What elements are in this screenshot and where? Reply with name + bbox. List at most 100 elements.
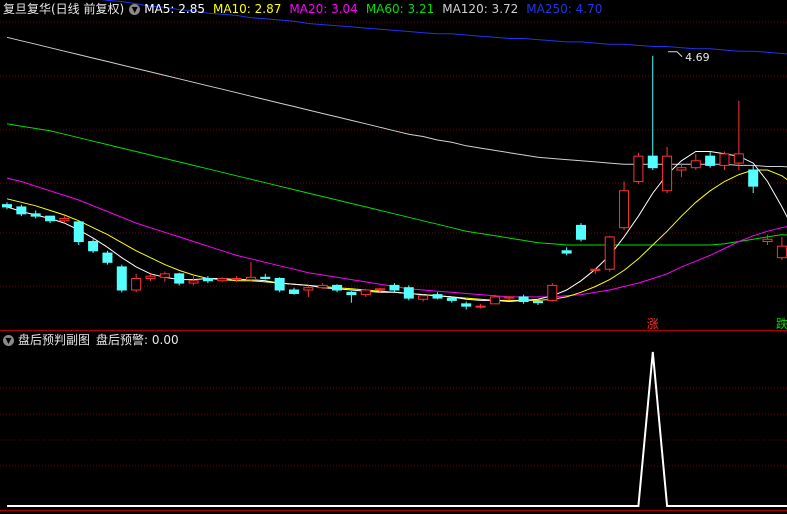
candle-up [633, 152, 644, 184]
candle-down [518, 294, 529, 304]
candle-body [145, 275, 156, 279]
candle-down [446, 296, 457, 303]
candle-down [88, 239, 99, 254]
candle-down [202, 276, 213, 284]
candle-down [403, 285, 414, 301]
main-chart-header: 复旦复华(日线 前复权) ▼ MA5: 2.85 MA10: 2.87 MA20: … [3, 0, 610, 18]
candle-down [16, 204, 27, 217]
candle-up [504, 295, 515, 301]
candle-body [231, 277, 242, 281]
candle-body [202, 277, 213, 282]
candle-body [762, 238, 773, 243]
candle-body [346, 291, 357, 296]
candle-body [360, 289, 371, 296]
candle-body [88, 241, 99, 252]
candle-body [676, 167, 687, 171]
candle-body [260, 276, 271, 279]
candle-up [188, 276, 199, 286]
ma-legend-item: MA5: 2.85 [144, 2, 205, 16]
candle-body [274, 277, 285, 291]
candle-body [647, 155, 658, 169]
candle-down [561, 247, 572, 256]
candle-body [547, 284, 558, 301]
candle-up [547, 283, 558, 302]
candle-up [619, 181, 630, 230]
candle-down [346, 291, 357, 303]
sub-indicator-plot [7, 351, 787, 507]
stock-title[interactable]: 复旦复华(日线 前复权) [3, 2, 124, 16]
candle-body [217, 277, 228, 282]
candle-body [45, 215, 56, 222]
ma-legend-item: MA10: 2.87 [212, 2, 282, 16]
candle-down [73, 220, 84, 245]
candle-down [705, 151, 716, 168]
candle-body [633, 155, 644, 183]
candle-body [389, 284, 400, 291]
candle-body [303, 287, 314, 291]
candle-body [561, 250, 572, 254]
chevron-down-icon[interactable]: ▼ [129, 3, 141, 15]
candle-body [705, 155, 716, 166]
candle-up [418, 294, 429, 302]
candle-up [131, 273, 142, 293]
ma-legend-item: MA250: 4.70 [526, 2, 603, 16]
candle-up [662, 146, 673, 194]
kline-chart: 4.69 涨 跌 [0, 0, 787, 511]
candle-down [30, 210, 41, 219]
signal-marker-label: 涨 [647, 316, 659, 331]
candle-up [676, 163, 687, 177]
candle-body [532, 301, 543, 304]
candle-body [102, 252, 113, 263]
candle-body [174, 273, 185, 284]
candle-body [332, 284, 343, 291]
candle-body [317, 284, 328, 289]
candle-body [576, 224, 586, 240]
candle-body [489, 296, 500, 305]
candle-body [504, 296, 515, 299]
candle-up [719, 151, 730, 170]
indicator-name[interactable]: 盘后预判副图 [18, 333, 90, 347]
grid-lines [0, 21, 787, 511]
candle-body [131, 277, 142, 291]
candle-body [16, 206, 27, 215]
candle-up [360, 288, 371, 297]
candle-down [432, 292, 443, 300]
candle-up [245, 262, 256, 281]
candle-body [748, 169, 759, 187]
ma-legend-item: MA120: 3.72 [442, 2, 519, 16]
candle-up [604, 235, 615, 272]
candle-down [274, 277, 285, 293]
ma-legend-item: MA60: 3.21 [365, 2, 435, 16]
candle-down [461, 301, 472, 310]
candle-body [375, 288, 386, 291]
candle-body [619, 190, 630, 229]
candle-up [317, 283, 328, 289]
candle-body [418, 295, 429, 300]
candle-body [116, 266, 127, 291]
candle-down [260, 273, 271, 280]
high-price-pointer [668, 51, 683, 58]
candle-body [461, 303, 472, 307]
indicator-value: 盘后预警: 0.00 [96, 333, 179, 347]
candle-body [403, 287, 414, 299]
ma-legend-item: MA20: 3.04 [289, 2, 358, 16]
candle-up [217, 277, 228, 282]
chevron-down-icon[interactable]: ▼ [3, 334, 14, 346]
candle-body [604, 236, 615, 270]
candle-body [733, 153, 744, 164]
candle-down [647, 55, 658, 170]
ma-legend: MA5: 2.85 MA10: 2.87 MA20: 3.04 MA60: 3.21 M… [144, 2, 610, 16]
candle-down [332, 284, 343, 293]
candle-up [475, 303, 486, 309]
kline-window: 4.69 涨 跌 复旦复华(日线 前复权) ▼ MA5: 2.85 MA10: 2.8… [0, 0, 787, 514]
candle-down [389, 283, 400, 293]
candle-down [45, 215, 56, 224]
candle-body [30, 213, 41, 217]
sub-chart-header: ▼ 盘后预判副图 盘后预警: 0.00 [3, 331, 185, 349]
candle-up [776, 236, 787, 260]
high-price-label: 4.69 [685, 51, 710, 64]
candle-down [748, 165, 759, 194]
candle-body [59, 217, 70, 222]
signal-marker-label: 跌 [776, 316, 787, 331]
candle-body [446, 297, 457, 301]
